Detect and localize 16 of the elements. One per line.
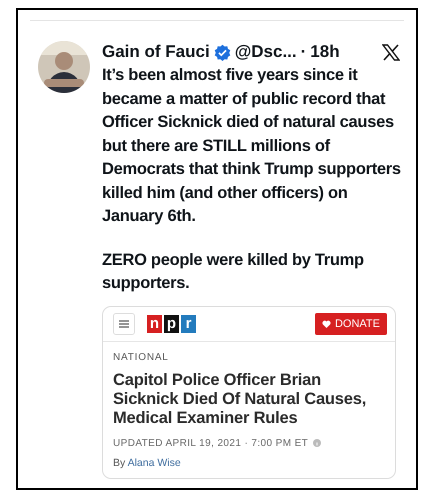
author-link[interactable]: Alana Wise xyxy=(128,456,181,468)
article-headline: Capitol Police Officer Brian Sicknick Died Of Natural Causes, Medical Examiner Rules xyxy=(113,370,368,428)
logo-letter: p xyxy=(164,314,179,332)
section-label: NATIONAL xyxy=(113,352,170,362)
separator-dot: · xyxy=(300,42,306,62)
post-time: 18h xyxy=(310,42,340,62)
article-card[interactable]: n p r DONATE NATIONAL Capitol Police Officer Brian Sicknick Died Of Natural Causes, Medical Examiner Rules UPDATED APRIL 19, 2021 · 7:00 PM ET By Alana Wise xyxy=(102,306,396,478)
updated-date: UPDATED APRIL 19, 2021 · 7:00 PM ET xyxy=(113,438,308,448)
author-handle: @Dsc... xyxy=(234,42,297,62)
post-text: It’s been almost five years since it became a matter of public record that Officer Sicknick died of natural causes but there are STILL millions of Democrats that think Trump supporters killed him (and other officers) on January 6th. xyxy=(102,65,402,227)
logo-letter: n xyxy=(147,314,162,332)
post-text: ZERO people were killed by Trump supporters. xyxy=(102,250,365,294)
byline: By Alana Wise xyxy=(113,456,182,468)
donate-button[interactable]: DONATE xyxy=(314,312,387,334)
author-name[interactable]: Gain of Fauci xyxy=(102,42,210,62)
logo-letter: r xyxy=(181,314,196,332)
